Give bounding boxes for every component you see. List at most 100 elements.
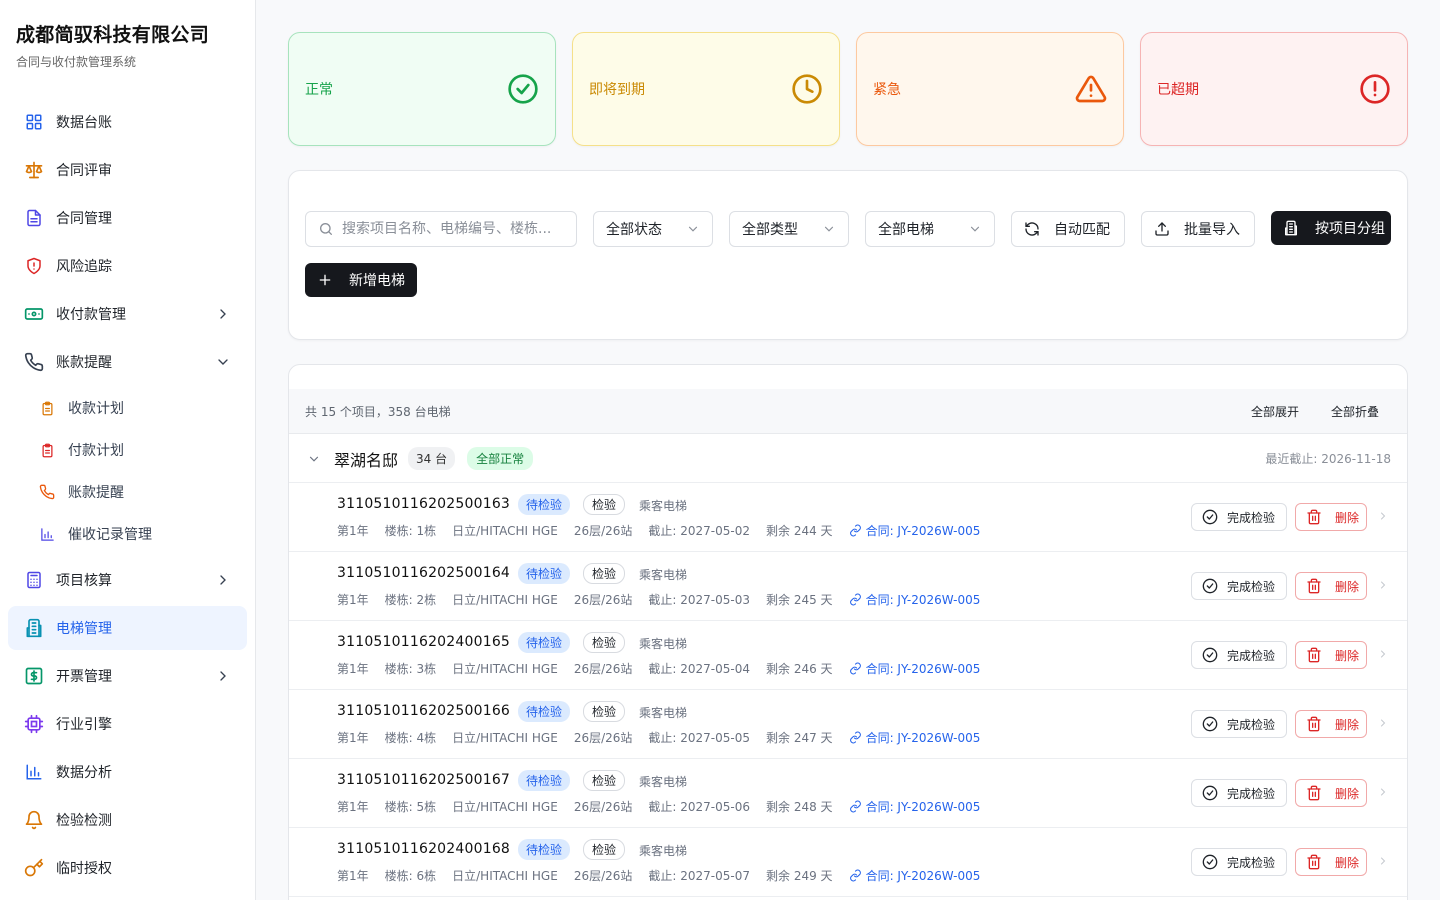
contract-link[interactable]: 合同: JY-2026W-005	[849, 729, 997, 746]
sidebar-item-account-reminder[interactable]: 账款提醒	[8, 340, 247, 384]
brand-model: 日立/HITACHI HGE	[452, 662, 558, 676]
group-by-project-button[interactable]: 按项目分组	[1271, 211, 1391, 245]
sidebar-item-risk-tracking[interactable]: 风险追踪	[8, 244, 247, 288]
elevator-type: 乘客电梯	[639, 775, 688, 789]
sidebar-subitem-receipt-plan[interactable]: 收款计划	[8, 390, 247, 426]
table-row[interactable]: 3110510116202500164 待检验 检验 乘客电梯 第1年 楼栋: …	[289, 552, 1407, 621]
contract-link[interactable]: 合同: JY-2026W-005	[849, 591, 997, 608]
elevator-meta: 第1年 楼栋: 3栋 日立/HITACHI HGE 26层/26站 截止: 20…	[337, 660, 1012, 677]
status-card-label: 正常	[305, 82, 333, 98]
sidebar-item-contract-management[interactable]: 合同管理	[8, 196, 247, 240]
complete-inspection-button[interactable]: 完成检验	[1191, 779, 1287, 807]
key-icon	[24, 858, 44, 878]
document-icon	[24, 208, 44, 228]
sidebar-item-inspection[interactable]: 检验检测	[8, 798, 247, 842]
sidebar-item-contract-review[interactable]: 合同评审	[8, 148, 247, 192]
status-badge: 待检验	[518, 494, 571, 515]
batch-import-button[interactable]: 批量导入	[1141, 211, 1255, 247]
sidebar-item-label: 开票管理	[56, 669, 112, 685]
elevator-list: 共 15 个项目，358 台电梯 全部展开 全部折叠 翠湖名邸 34 台 全部正…	[288, 364, 1408, 900]
elevator-meta: 第1年 楼栋: 2栋 日立/HITACHI HGE 26层/26站 截止: 20…	[337, 591, 1012, 608]
floors-stops: 26层/26站	[573, 662, 633, 676]
chevron-down-icon[interactable]	[307, 452, 321, 466]
chevron-right-icon[interactable]	[1377, 717, 1389, 729]
contract-link[interactable]: 合同: JY-2026W-005	[849, 798, 997, 815]
complete-inspection-button[interactable]: 完成检验	[1191, 641, 1287, 669]
complete-inspection-button[interactable]: 完成检验	[1191, 572, 1287, 600]
contract-link[interactable]: 合同: JY-2026W-005	[849, 660, 997, 677]
project-group-header[interactable]: 翠湖名邸 34 台 全部正常 最近截止: 2026-11-18	[289, 435, 1407, 483]
contract-link[interactable]: 合同: JY-2026W-005	[849, 867, 997, 884]
status-select[interactable]: 全部状态	[593, 211, 713, 247]
sidebar-item-label: 数据分析	[56, 765, 112, 781]
contract-link[interactable]: 合同: JY-2026W-005	[849, 522, 997, 539]
complete-inspection-label: 完成检验	[1227, 855, 1276, 870]
expand-all-button[interactable]: 全部展开	[1251, 403, 1299, 420]
delete-button[interactable]: 删除	[1295, 710, 1367, 738]
search-input[interactable]	[342, 221, 562, 237]
sidebar-item-invoice-management[interactable]: 开票管理	[8, 654, 247, 698]
delete-button[interactable]: 删除	[1295, 503, 1367, 531]
chevron-right-icon[interactable]	[1377, 579, 1389, 591]
check-circle-icon	[1202, 854, 1218, 870]
delete-label: 删除	[1335, 648, 1360, 663]
warning-triangle-icon	[1075, 75, 1107, 103]
contract-number: 合同: JY-2026W-005	[865, 524, 981, 538]
table-row[interactable]: 3110510116202400168 待检验 检验 乘客电梯 第1年 楼栋: …	[289, 828, 1407, 897]
sidebar-item-project-accounting[interactable]: 项目核算	[8, 558, 247, 602]
sidebar-item-industry-engine[interactable]: 行业引擎	[8, 702, 247, 746]
sidebar-item-payment-management[interactable]: 收付款管理	[8, 292, 247, 336]
sidebar-subitem-payment-plan[interactable]: 付款计划	[8, 432, 247, 468]
check-circle-icon	[1202, 716, 1218, 732]
table-row[interactable]: 3110510116202500166 待检验 检验 乘客电梯 第1年 楼栋: …	[289, 690, 1407, 759]
complete-inspection-button[interactable]: 完成检验	[1191, 503, 1287, 531]
brand-model: 日立/HITACHI HGE	[452, 731, 558, 745]
sidebar-item-temporary-authorization[interactable]: 临时授权	[8, 846, 247, 890]
days-remaining: 剩余 248 天	[766, 800, 833, 814]
sidebar-subitem-label: 账款提醒	[68, 485, 124, 501]
service-year: 第1年	[337, 731, 369, 745]
sidebar-item-elevator-management[interactable]: 电梯管理	[8, 606, 247, 650]
add-elevator-button[interactable]: 新增电梯	[305, 263, 417, 297]
brand-model: 日立/HITACHI HGE	[452, 800, 558, 814]
batch-import-label: 批量导入	[1184, 222, 1240, 238]
status-card-normal[interactable]: 正常	[288, 32, 556, 146]
type-select[interactable]: 全部类型	[729, 211, 849, 247]
delete-button[interactable]: 删除	[1295, 779, 1367, 807]
elevator-id: 3110510116202500167	[337, 772, 511, 788]
sidebar-item-data-ledger[interactable]: 数据台账	[8, 100, 247, 144]
chevron-right-icon[interactable]	[1377, 786, 1389, 798]
delete-button[interactable]: 删除	[1295, 848, 1367, 876]
complete-inspection-button[interactable]: 完成检验	[1191, 848, 1287, 876]
auto-match-button[interactable]: 自动匹配	[1011, 211, 1125, 247]
collapse-all-button[interactable]: 全部折叠	[1331, 403, 1379, 420]
building: 楼栋: 1栋	[384, 524, 437, 538]
chevron-right-icon[interactable]	[1377, 855, 1389, 867]
complete-inspection-button[interactable]: 完成检验	[1191, 710, 1287, 738]
chevron-right-icon[interactable]	[1377, 648, 1389, 660]
sidebar-subitem-collection-records[interactable]: 催收记录管理	[8, 516, 247, 552]
elevator-type: 乘客电梯	[639, 499, 688, 513]
service-year: 第1年	[337, 593, 369, 607]
chevron-right-icon[interactable]	[1377, 510, 1389, 522]
building: 楼栋: 2栋	[384, 593, 437, 607]
delete-button[interactable]: 删除	[1295, 572, 1367, 600]
table-row[interactable]: 3110510116202500163 待检验 检验 乘客电梯 第1年 楼栋: …	[289, 483, 1407, 552]
clipboard-icon	[39, 442, 55, 458]
status-card-urgent[interactable]: 紧急	[856, 32, 1124, 146]
building: 楼栋: 5栋	[384, 800, 437, 814]
table-row[interactable]: 3110510116202400165 待检验 检验 乘客电梯 第1年 楼栋: …	[289, 621, 1407, 690]
sidebar-subitem-account-reminder[interactable]: 账款提醒	[8, 474, 247, 510]
search-box[interactable]	[305, 211, 577, 247]
contract-number: 合同: JY-2026W-005	[865, 593, 981, 607]
table-row[interactable]: 3110510116202500167 待检验 检验 乘客电梯 第1年 楼栋: …	[289, 759, 1407, 828]
status-card-expiring[interactable]: 即将到期	[572, 32, 840, 146]
list-summary: 共 15 个项目，358 台电梯	[305, 404, 451, 419]
kind-badge: 检验	[583, 563, 626, 584]
sidebar-item-data-analysis[interactable]: 数据分析	[8, 750, 247, 794]
status-card-overdue[interactable]: 已超期	[1140, 32, 1408, 146]
elevator-select[interactable]: 全部电梯	[865, 211, 995, 247]
phone-icon	[24, 352, 44, 372]
delete-button[interactable]: 删除	[1295, 641, 1367, 669]
sidebar-item-label: 合同管理	[56, 211, 112, 227]
